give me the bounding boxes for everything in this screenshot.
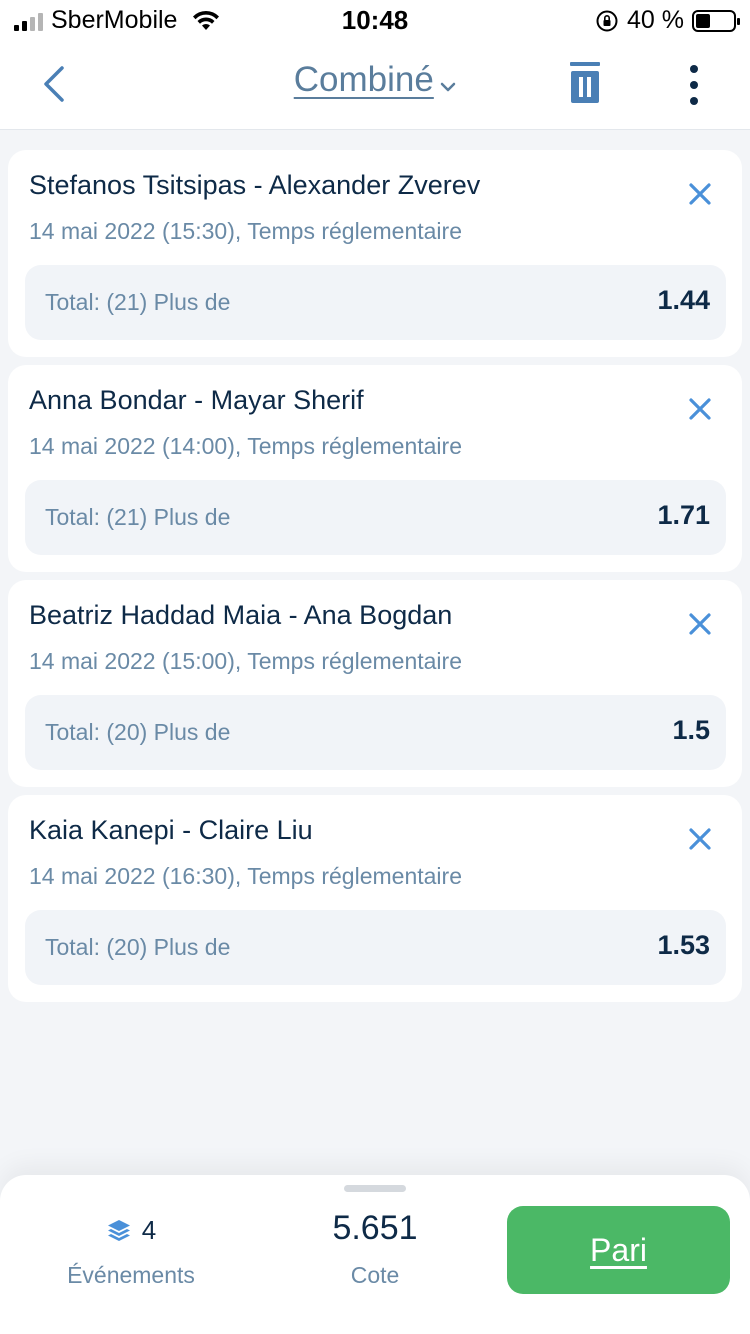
match-details: 14 mai 2022 (15:30), Temps réglementaire <box>29 218 462 244</box>
close-icon[interactable] <box>688 827 712 851</box>
bet-selection[interactable]: Total: (20) Plus de 1.53 <box>25 910 726 985</box>
bet-card: Anna Bondar - Mayar Sherif 14 mai 2022 (… <box>8 365 742 572</box>
place-bet-button[interactable]: Pari <box>507 1206 730 1294</box>
match-title: Stefanos Tsitsipas - Alexander Zverev <box>29 170 481 200</box>
match-title: Kaia Kanepi - Claire Liu <box>29 815 313 845</box>
selection-label: Total: (21) Plus de <box>45 504 231 530</box>
header-bar: Combiné <box>0 42 750 130</box>
total-odds-value: 5.651 <box>332 1209 418 1247</box>
drag-handle[interactable] <box>344 1185 406 1192</box>
events-count: 4 <box>141 1215 157 1245</box>
page-title: Combiné <box>293 60 434 99</box>
total-odds-label: Cote <box>350 1262 400 1288</box>
match-title: Beatriz Haddad Maia - Ana Bogdan <box>29 600 453 630</box>
bet-summary-panel: 4 Événements 5.651 Cote Pari <box>0 1175 750 1334</box>
match-details: 14 mai 2022 (16:30), Temps réglementaire <box>29 863 462 889</box>
bet-slip-list: Stefanos Tsitsipas - Alexander Zverev 14… <box>8 150 742 1010</box>
close-icon[interactable] <box>688 612 712 636</box>
match-details: 14 mai 2022 (15:00), Temps réglementaire <box>29 648 462 674</box>
more-vertical-icon <box>690 65 698 105</box>
bet-card: Stefanos Tsitsipas - Alexander Zverev 14… <box>8 150 742 357</box>
bet-selection[interactable]: Total: (20) Plus de 1.5 <box>25 695 726 770</box>
chevron-down-icon[interactable] <box>440 81 456 93</box>
close-icon[interactable] <box>688 397 712 421</box>
bet-type-dropdown[interactable]: Combiné <box>294 60 434 100</box>
selection-label: Total: (21) Plus de <box>45 289 231 315</box>
clear-all-button[interactable] <box>568 60 602 106</box>
total-odds: 5.651 Cote <box>320 1209 430 1289</box>
match-title: Anna Bondar - Mayar Sherif <box>29 385 364 415</box>
selection-label: Total: (20) Plus de <box>45 934 231 960</box>
selection-odds: 1.44 <box>657 285 710 315</box>
close-icon[interactable] <box>688 182 712 206</box>
selection-odds: 1.71 <box>657 500 710 530</box>
battery-percent: 40 % <box>627 6 684 34</box>
battery-icon <box>692 9 740 32</box>
selection-odds: 1.53 <box>657 930 710 960</box>
place-bet-label: Pari <box>590 1231 647 1268</box>
bet-selection[interactable]: Total: (21) Plus de 1.44 <box>25 265 726 340</box>
orientation-lock-icon <box>596 10 618 31</box>
events-top: 4 <box>60 1215 202 1246</box>
selection-odds: 1.5 <box>672 715 710 745</box>
selection-label: Total: (20) Plus de <box>45 719 231 745</box>
status-bar: SberMobile 10:48 40 % <box>0 0 750 42</box>
match-details: 14 mai 2022 (14:00), Temps réglementaire <box>29 433 462 459</box>
title-wrap: Combiné <box>0 60 750 100</box>
events-summary: 4 Événements <box>60 1215 202 1289</box>
status-right: 40 % <box>595 6 740 35</box>
trash-icon <box>570 62 600 103</box>
more-options-button[interactable] <box>680 62 708 108</box>
events-label: Événements <box>67 1262 195 1288</box>
bet-card: Beatriz Haddad Maia - Ana Bogdan 14 mai … <box>8 580 742 787</box>
layers-icon <box>107 1219 130 1241</box>
bet-card: Kaia Kanepi - Claire Liu 14 mai 2022 (16… <box>8 795 742 1002</box>
bet-selection[interactable]: Total: (21) Plus de 1.71 <box>25 480 726 555</box>
